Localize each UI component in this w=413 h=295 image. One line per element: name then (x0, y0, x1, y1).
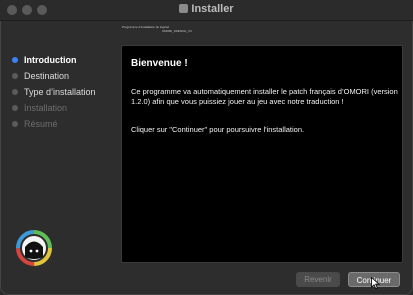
step-indicator-dot (12, 89, 18, 95)
step-label: Destination (24, 71, 70, 81)
package-icon (179, 4, 189, 13)
step-indicator-dot (12, 73, 18, 79)
step-summary: Résumé (8, 116, 118, 132)
steps-sidebar: Introduction Destination Type d’installa… (8, 52, 118, 132)
window-title: Installer (0, 3, 413, 15)
step-label: Introduction (24, 55, 77, 65)
header-caption: Programme d'installation du logiciel OMO… (122, 25, 202, 33)
back-button[interactable]: Revenir (296, 272, 340, 287)
omori-logo-icon (16, 230, 52, 266)
window-title-text: Installer (191, 3, 234, 15)
step-label: Type d’installation (24, 87, 96, 97)
installer-window: Installer Programme d'installation du lo… (0, 0, 413, 295)
step-label: Résumé (24, 119, 58, 129)
step-introduction: Introduction (8, 52, 118, 68)
welcome-heading: Bienvenue ! (131, 58, 188, 69)
step-indicator-dot (12, 105, 18, 111)
welcome-paragraph-2: Cliquer sur "Continuer" pour poursuivre … (131, 125, 305, 134)
step-installation-type: Type d’installation (8, 84, 118, 100)
mouse-cursor-icon (371, 277, 380, 289)
step-indicator-dot (12, 121, 18, 127)
step-label: Installation (24, 103, 68, 113)
header-caption-line-2: OMORI_FRENCH_V3 (162, 29, 192, 33)
step-destination: Destination (8, 68, 118, 84)
welcome-paragraph-1: Ce programme va automatiquement installe… (131, 87, 398, 106)
step-indicator-dot (12, 57, 18, 63)
step-installation: Installation (8, 100, 118, 116)
welcome-panel: Bienvenue ! Ce programme va automatiquem… (121, 45, 403, 263)
title-bar[interactable]: Installer (0, 0, 413, 21)
